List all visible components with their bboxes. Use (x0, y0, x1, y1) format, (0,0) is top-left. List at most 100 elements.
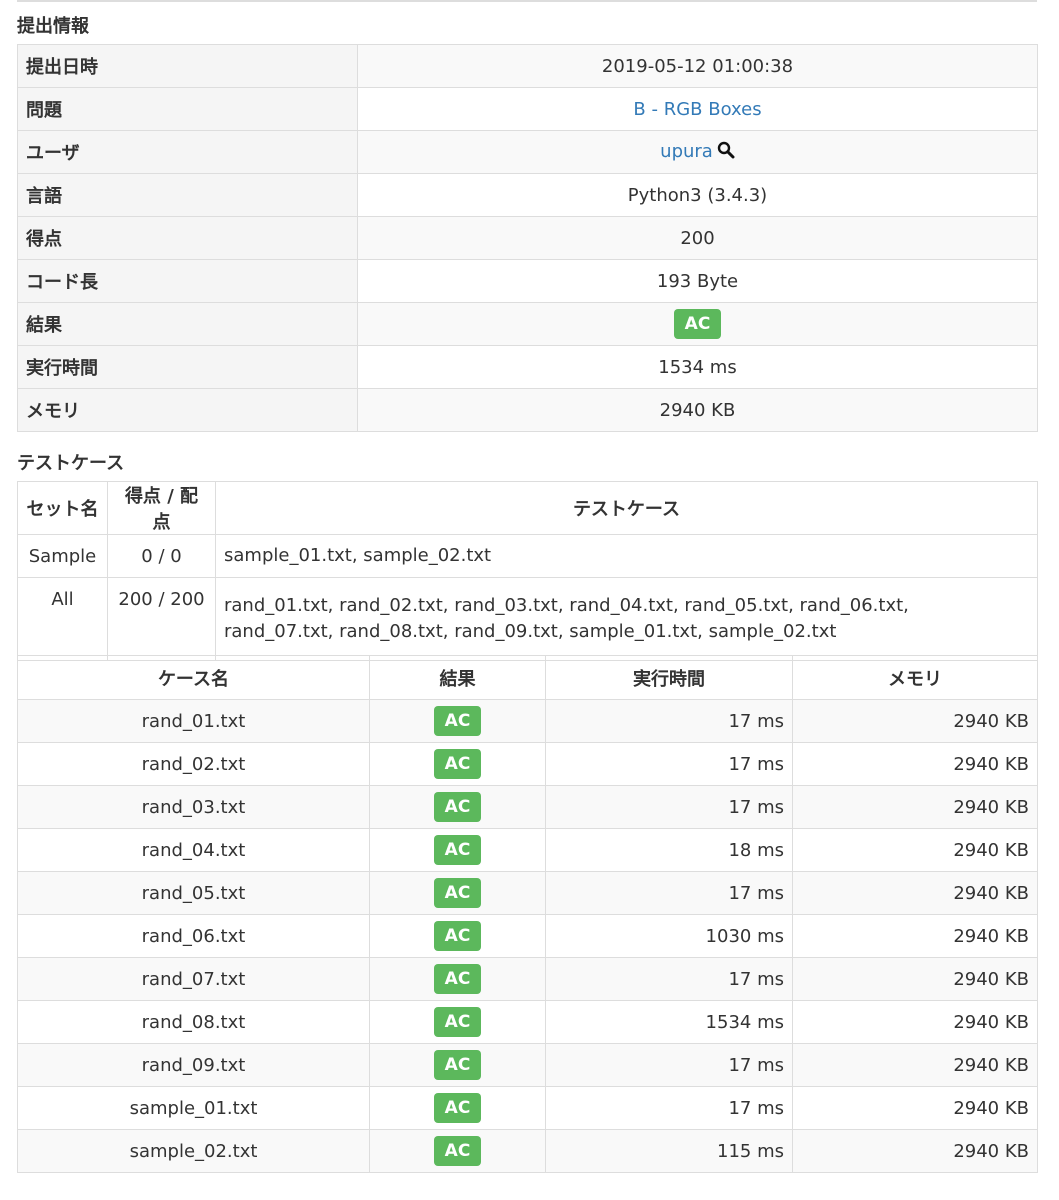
case-name: rand_03.txt (17, 785, 370, 829)
user-link[interactable]: upura (660, 141, 713, 162)
case-result: AC (369, 957, 546, 1001)
case-name: sample_01.txt (17, 1086, 370, 1130)
case-exec-time: 17 ms (545, 1086, 793, 1130)
status-badge: AC (433, 792, 482, 822)
case-result-table: ケース名 結果 実行時間 メモリ rand_01.txt AC 17 ms 2940 … (17, 655, 1038, 1173)
info-value: upura (357, 130, 1038, 174)
table-row: rand_03.txt AC 17 ms 2940 KB (17, 785, 1038, 829)
set-cases: sample_01.txt, sample_02.txt (215, 534, 1038, 578)
testcase-set-row: Sample 0 / 0 sample_01.txt, sample_02.tx… (17, 534, 1038, 578)
case-name: rand_05.txt (17, 871, 370, 915)
case-exec-time: 17 ms (545, 1043, 793, 1087)
case-exec-time: 17 ms (545, 742, 793, 786)
table-row: rand_04.txt AC 18 ms 2940 KB (17, 828, 1038, 872)
case-result: AC (369, 1129, 546, 1173)
submission-info-table: 提出日時 2019-05-12 01:00:38 問題 B - RGB Boxes ユー… (17, 44, 1038, 432)
table-row: sample_01.txt AC 17 ms 2940 KB (17, 1086, 1038, 1130)
problem-link[interactable]: B - RGB Boxes (633, 99, 761, 120)
case-result: AC (369, 699, 546, 743)
case-result: AC (369, 871, 546, 915)
info-key: ユーザ (17, 130, 358, 174)
table-row: rand_08.txt AC 1534 ms 2940 KB (17, 1000, 1038, 1044)
table-row: rand_01.txt AC 17 ms 2940 KB (17, 699, 1038, 743)
status-badge: AC (673, 309, 722, 339)
case-memory: 2940 KB (792, 1086, 1038, 1130)
header-case-name: ケース名 (17, 655, 370, 700)
status-badge: AC (433, 749, 482, 779)
case-name: rand_06.txt (17, 914, 370, 958)
set-cases: rand_01.txt, rand_02.txt, rand_03.txt, r… (215, 577, 1038, 661)
status-badge: AC (433, 835, 482, 865)
set-score: 200 / 200 (107, 577, 216, 661)
case-result: AC (369, 1086, 546, 1130)
header-set-name: セット名 (17, 481, 108, 535)
header-score: 得点 / 配点 (107, 481, 216, 535)
table-row: rand_07.txt AC 17 ms 2940 KB (17, 957, 1038, 1001)
header-testcases: テストケース (215, 481, 1038, 535)
case-name: rand_04.txt (17, 828, 370, 872)
testcase-set-table: セット名 得点 / 配点 テストケース Sample 0 / 0 sample_… (17, 481, 1038, 661)
set-name: Sample (17, 534, 108, 578)
info-row: 提出日時 2019-05-12 01:00:38 (17, 44, 1038, 88)
case-result: AC (369, 914, 546, 958)
set-score: 0 / 0 (107, 534, 216, 578)
case-result: AC (369, 828, 546, 872)
info-row: 結果 AC (17, 302, 1038, 346)
case-memory: 2940 KB (792, 1043, 1038, 1087)
case-memory: 2940 KB (792, 1000, 1038, 1044)
case-name: rand_09.txt (17, 1043, 370, 1087)
case-result: AC (369, 742, 546, 786)
info-row: 実行時間 1534 ms (17, 345, 1038, 389)
table-row: rand_09.txt AC 17 ms 2940 KB (17, 1043, 1038, 1087)
info-row: コード長 193 Byte (17, 259, 1038, 303)
info-key: 得点 (17, 216, 358, 260)
case-exec-time: 17 ms (545, 699, 793, 743)
status-badge: AC (433, 921, 482, 951)
case-exec-time: 115 ms (545, 1129, 793, 1173)
info-row: 得点 200 (17, 216, 1038, 260)
info-row: 問題 B - RGB Boxes (17, 87, 1038, 131)
case-exec-time: 18 ms (545, 828, 793, 872)
header-result: 結果 (369, 655, 546, 700)
case-exec-time: 1534 ms (545, 1000, 793, 1044)
testcase-section-title: テストケース (17, 453, 125, 474)
case-name: rand_02.txt (17, 742, 370, 786)
status-badge: AC (433, 1136, 482, 1166)
table-row: rand_02.txt AC 17 ms 2940 KB (17, 742, 1038, 786)
case-memory: 2940 KB (792, 1129, 1038, 1173)
case-exec-time: 17 ms (545, 871, 793, 915)
header-memory: メモリ (792, 655, 1038, 700)
case-memory: 2940 KB (792, 957, 1038, 1001)
case-memory: 2940 KB (792, 742, 1038, 786)
info-value: AC (357, 302, 1038, 346)
case-name: rand_01.txt (17, 699, 370, 743)
info-key: 結果 (17, 302, 358, 346)
info-row: メモリ 2940 KB (17, 388, 1038, 432)
info-value: 1534 ms (357, 345, 1038, 389)
status-badge: AC (433, 1007, 482, 1037)
case-memory: 2940 KB (792, 871, 1038, 915)
search-icon[interactable] (717, 141, 735, 164)
case-result: AC (369, 1000, 546, 1044)
info-value: 193 Byte (357, 259, 1038, 303)
info-value: 2019-05-12 01:00:38 (357, 44, 1038, 88)
case-memory: 2940 KB (792, 699, 1038, 743)
info-value: Python3 (3.4.3) (357, 173, 1038, 217)
info-key: 問題 (17, 87, 358, 131)
status-badge: AC (433, 1093, 482, 1123)
info-value: 2940 KB (357, 388, 1038, 432)
info-value: 200 (357, 216, 1038, 260)
info-key: 実行時間 (17, 345, 358, 389)
table-row: rand_05.txt AC 17 ms 2940 KB (17, 871, 1038, 915)
case-name: sample_02.txt (17, 1129, 370, 1173)
case-result: AC (369, 1043, 546, 1087)
set-name: All (17, 577, 108, 661)
case-result: AC (369, 785, 546, 829)
case-exec-time: 1030 ms (545, 914, 793, 958)
info-key: 提出日時 (17, 44, 358, 88)
status-badge: AC (433, 1050, 482, 1080)
info-row: 言語 Python3 (3.4.3) (17, 173, 1038, 217)
submission-info-title: 提出情報 (17, 16, 89, 37)
case-memory: 2940 KB (792, 828, 1038, 872)
info-key: 言語 (17, 173, 358, 217)
